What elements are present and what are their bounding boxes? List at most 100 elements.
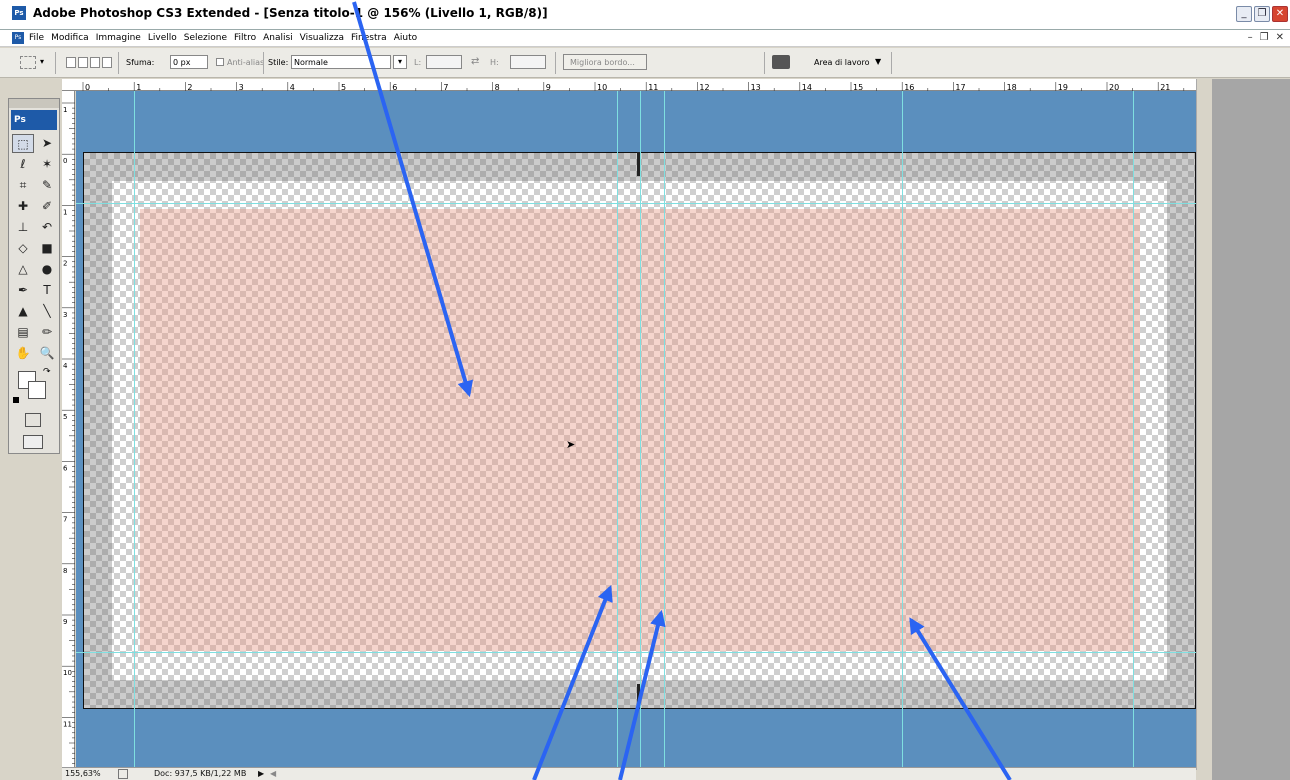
vertical-scrollbar[interactable]	[1196, 79, 1212, 770]
move-cursor-icon: ➤	[566, 438, 576, 451]
guide-vertical[interactable]	[640, 91, 641, 767]
guide-horizontal[interactable]	[76, 652, 1196, 653]
migliora-bordo-button[interactable]: Migliora bordo...	[563, 54, 647, 70]
ruler-label: 10	[63, 669, 72, 677]
guide-horizontal[interactable]	[76, 203, 1196, 204]
marquee-tool-icon[interactable]: ⬚	[12, 134, 34, 153]
magic-wand-tool-icon[interactable]: ✶	[36, 155, 58, 174]
menu-immagine[interactable]: Immagine	[96, 33, 141, 43]
guide-vertical[interactable]	[617, 91, 618, 767]
menu-aiuto[interactable]: Aiuto	[394, 33, 417, 43]
blur-tool-icon[interactable]: △	[12, 260, 34, 279]
swap-dimensions-icon[interactable]: ⇄	[471, 56, 479, 67]
add-selection-icon[interactable]	[78, 57, 88, 68]
swap-colors-icon[interactable]: ↷	[43, 367, 51, 377]
menu-bar: Ps File Modifica Immagine Livello Selezi…	[0, 30, 1290, 47]
toolbox-handle[interactable]	[9, 99, 59, 108]
menu-filtro[interactable]: Filtro	[234, 33, 256, 43]
photoshop-app-icon: Ps	[12, 6, 26, 20]
zoom-level[interactable]: 155,63%	[65, 769, 101, 778]
h-label: H:	[490, 58, 499, 67]
notes-tool-icon[interactable]: ▤	[12, 323, 34, 342]
zoom-tool-icon[interactable]: 🔍	[36, 344, 58, 363]
h-input[interactable]	[510, 55, 546, 69]
eyedropper-tool-icon[interactable]: ✎	[36, 176, 58, 195]
clone-stamp-icon[interactable]: ⊥	[12, 218, 34, 237]
guide-vertical[interactable]	[664, 91, 665, 767]
minimize-button[interactable]: _	[1236, 6, 1252, 22]
document-icon: Ps	[12, 32, 24, 44]
sfuma-label: Sfuma:	[126, 58, 155, 67]
intersect-selection-icon[interactable]	[102, 57, 112, 68]
stile-label: Stile:	[268, 58, 289, 67]
doc-minimize-button[interactable]: –	[1248, 32, 1253, 43]
title-bar: Ps Adobe Photoshop CS3 Extended - [Senza…	[0, 0, 1290, 30]
guide-vertical[interactable]	[1133, 91, 1134, 767]
menu-file[interactable]: File	[29, 33, 44, 43]
dodge-tool-icon[interactable]: ●	[36, 260, 58, 279]
lasso-tool-icon[interactable]: ℓ	[12, 155, 34, 174]
stile-select[interactable]: Normale	[291, 55, 391, 69]
history-brush-icon[interactable]: ↶	[36, 218, 58, 237]
status-menu-arrow-icon[interactable]: ▶	[258, 769, 264, 778]
status-info-icon[interactable]	[118, 769, 128, 779]
menu-livello[interactable]: Livello	[148, 33, 177, 43]
preset-dropdown-icon[interactable]: ▾	[40, 57, 44, 66]
doc-close-button[interactable]: ✕	[1276, 32, 1284, 43]
brush-tool-icon[interactable]: ✐	[36, 197, 58, 216]
menu-selezione[interactable]: Selezione	[184, 33, 227, 43]
guide-vertical[interactable]	[134, 91, 135, 767]
guide-vertical[interactable]	[902, 91, 903, 767]
color-swatches: ↷	[9, 367, 59, 411]
stile-dropdown-icon[interactable]: ▾	[393, 55, 407, 69]
new-selection-icon[interactable]	[66, 57, 76, 68]
l-label: L:	[414, 58, 422, 67]
doc-size: Doc: 937,5 KB/1,22 MB	[154, 769, 247, 778]
crop-tool-icon[interactable]: ⌗	[12, 176, 34, 195]
canvas-area[interactable]: ➤	[76, 91, 1196, 767]
hand-tool-icon[interactable]: ✋	[12, 344, 34, 363]
ruler-label: 11	[63, 720, 72, 728]
horizontal-scroll-left-icon[interactable]: ◀	[270, 769, 276, 778]
restore-button[interactable]: ❐	[1254, 6, 1270, 22]
gradient-tool-icon[interactable]: ■	[36, 239, 58, 258]
area-lavoro-button[interactable]: Area di lavoro	[814, 58, 870, 67]
panel-area	[1212, 79, 1290, 780]
eyedropper-2-icon[interactable]: ✏	[36, 323, 58, 342]
bridge-icon[interactable]	[772, 55, 790, 69]
close-button[interactable]: ✕	[1272, 6, 1288, 22]
photoshop-window: Ps Adobe Photoshop CS3 Extended - [Senza…	[0, 0, 1290, 780]
background-color-swatch[interactable]	[28, 381, 46, 399]
area-lavoro-dropdown-icon[interactable]: ▼	[875, 57, 881, 66]
default-colors-icon[interactable]	[13, 397, 19, 403]
ruler-label: 0	[63, 157, 67, 165]
doc-restore-button[interactable]: ❐	[1260, 32, 1269, 43]
subtract-selection-icon[interactable]	[90, 57, 100, 68]
sfuma-input[interactable]: 0 px	[170, 55, 208, 69]
ruler-label: 1	[63, 208, 67, 216]
quick-mask-icon[interactable]	[25, 413, 41, 427]
horizontal-ruler: 0 1 2 3 4 5 6 7 8 9 10 11 12 13 14 15 16 17 18 19 20 21	[62, 79, 1196, 94]
l-input[interactable]	[426, 55, 462, 69]
ruler-label: 2	[63, 260, 67, 268]
menu-modifica[interactable]: Modifica	[51, 33, 89, 43]
healing-brush-icon[interactable]: ✚	[12, 197, 34, 216]
type-tool-icon[interactable]: T	[36, 281, 58, 300]
vertical-ruler: 1 0 1 2 3 4 5 6 7 8 9 10 11	[62, 91, 75, 770]
screen-mode-icon[interactable]	[23, 435, 43, 449]
menu-analisi[interactable]: Analisi	[263, 33, 293, 43]
pen-tool-icon[interactable]: ✒	[12, 281, 34, 300]
antialias-label: Anti-alias	[227, 58, 265, 67]
status-bar: 155,63% Doc: 937,5 KB/1,22 MB ▶ ◀	[62, 767, 1196, 780]
ruler-label: 9	[63, 618, 67, 626]
eraser-tool-icon[interactable]: ◇	[12, 239, 34, 258]
menu-finestra[interactable]: Finestra	[351, 33, 387, 43]
ruler-label: 4	[63, 362, 68, 370]
path-select-icon[interactable]: ▲	[12, 302, 34, 321]
ruler-label: 3	[63, 311, 67, 319]
rect-marquee-preset-icon[interactable]	[20, 56, 36, 69]
antialias-checkbox[interactable]	[216, 58, 224, 66]
line-tool-icon[interactable]: ╲	[36, 302, 58, 321]
menu-visualizza[interactable]: Visualizza	[300, 33, 344, 43]
move-tool-icon[interactable]: ➤	[36, 134, 58, 153]
